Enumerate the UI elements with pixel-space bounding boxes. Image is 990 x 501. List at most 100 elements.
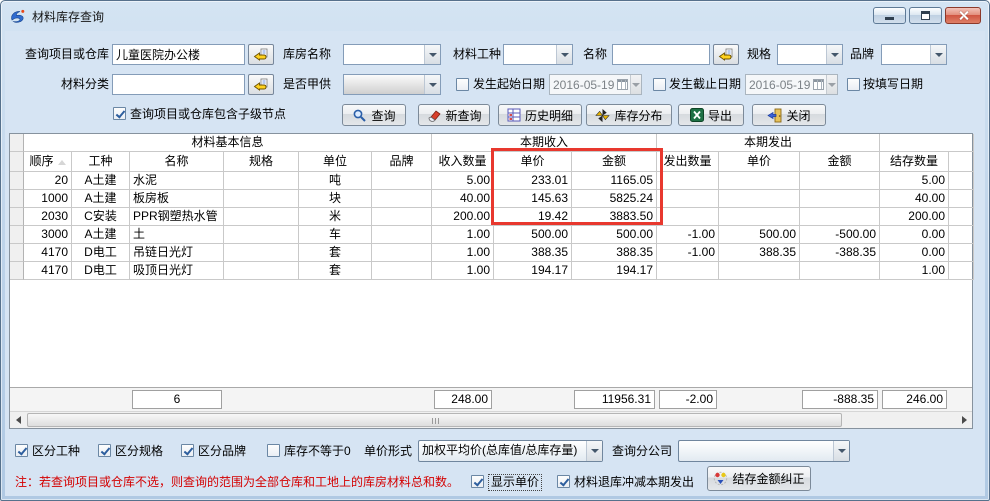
trade-combo[interactable] [503,44,573,65]
grid-cell[interactable]: 1.00 [432,262,494,280]
col-header-1[interactable]: 顺序 [24,152,72,172]
grid-cell[interactable]: D电工 [72,262,130,280]
grid-cell[interactable]: -388.35 [800,244,880,262]
start-date-field[interactable]: 2016-05-19 [549,74,642,95]
grid-cell[interactable]: 20 [24,172,72,190]
maximize-button[interactable] [909,7,942,24]
grid-cell[interactable] [657,208,719,226]
col-header-4[interactable]: 规格 [224,152,299,172]
grid-cell[interactable]: 1.00 [880,262,949,280]
distinguish-trade-checkbox[interactable] [15,444,28,457]
grid-cell[interactable] [800,172,880,190]
grid-cell[interactable] [224,262,299,280]
grid-cell[interactable]: -1.00 [657,226,719,244]
stock-nonzero-label[interactable]: 库存不等于0 [284,441,351,462]
grid-cell[interactable]: 0.00 [880,244,949,262]
grid-cell[interactable] [224,208,299,226]
grid-cell[interactable]: 套 [299,244,372,262]
close-window-button[interactable]: 关闭 [752,104,826,126]
grid-cell[interactable]: 500.00 [494,226,572,244]
grid-cell[interactable] [719,190,800,208]
close-button[interactable] [945,7,981,24]
grid-cell[interactable]: 1000 [24,190,72,208]
end-date-checkbox[interactable] [653,78,666,91]
row-selector[interactable] [10,172,24,190]
grid-cell[interactable] [224,244,299,262]
col-header-7[interactable]: 收入数量 [432,152,494,172]
include-children-checkbox[interactable] [113,107,126,120]
grid-cell[interactable]: 0.00 [880,226,949,244]
grid-cell[interactable] [372,244,432,262]
name-picker-button[interactable] [713,44,739,65]
grid-cell[interactable]: 194.17 [572,262,657,280]
grid-cell[interactable]: A土建 [72,172,130,190]
grid-cell[interactable] [719,208,800,226]
grid-cell[interactable] [800,208,880,226]
grid-cell[interactable]: 2030 [24,208,72,226]
by-fill-date-checkbox[interactable] [847,78,860,91]
return-offset-checkbox[interactable] [557,475,570,488]
by-fill-date-label[interactable]: 按填写日期 [863,74,923,95]
return-offset-label[interactable]: 材料退库冲减本期发出 [574,472,694,493]
grid-cell[interactable]: 5.00 [432,172,494,190]
grid-cell[interactable]: 1.00 [432,244,494,262]
grid-cell[interactable]: 水泥 [130,172,224,190]
owner-supplied-combo[interactable] [343,74,441,95]
new-query-button[interactable]: 新查询 [418,104,490,126]
row-selector[interactable] [10,226,24,244]
distinguish-spec-label[interactable]: 区分规格 [115,441,163,462]
grid-cell[interactable] [719,172,800,190]
grid-cell[interactable]: 4170 [24,244,72,262]
branch-combo[interactable] [678,440,850,462]
grid-cell[interactable] [224,172,299,190]
grid-cell[interactable]: 吸顶日光灯 [130,262,224,280]
distinguish-spec-checkbox[interactable] [98,444,111,457]
warehouse-combo[interactable] [343,44,441,65]
grid-cell[interactable]: 194.17 [494,262,572,280]
horizontal-scrollbar[interactable] [10,411,972,428]
grid-cell[interactable] [372,172,432,190]
show-price-label[interactable]: 显示单价 [488,474,542,491]
grid-cell[interactable] [657,172,719,190]
grid-cell[interactable]: 388.35 [494,244,572,262]
end-date-field[interactable]: 2016-05-19 [745,74,838,95]
grid-cell[interactable]: 1.00 [432,226,494,244]
grid-cell[interactable]: C安装 [72,208,130,226]
grid-cell[interactable]: 388.35 [719,244,800,262]
grid-cell[interactable]: PPR钢塑热水管 [130,208,224,226]
col-header-13[interactable]: 结存数量 [880,152,949,172]
grid-cell[interactable] [372,262,432,280]
grid-cell[interactable]: -1.00 [657,244,719,262]
scroll-left-arrow[interactable] [10,412,26,428]
grid-cell[interactable]: 吨 [299,172,372,190]
col-header-2[interactable]: 工种 [72,152,130,172]
row-selector[interactable] [10,262,24,280]
include-children-label[interactable]: 查询项目或仓库包含子级节点 [130,104,286,125]
stock-distribution-button[interactable]: 库存分布 [586,104,672,126]
grid-cell[interactable] [372,226,432,244]
grid-cell[interactable]: 米 [299,208,372,226]
scroll-right-arrow[interactable] [956,412,972,428]
grid-cell[interactable]: 车 [299,226,372,244]
grid-cell[interactable]: 388.35 [572,244,657,262]
col-header-5[interactable]: 单位 [299,152,372,172]
spec-combo[interactable] [777,44,843,65]
grid-cell[interactable] [372,208,432,226]
col-header-6[interactable]: 品牌 [372,152,432,172]
grid-cell[interactable]: -500.00 [800,226,880,244]
grid-cell[interactable] [800,262,880,280]
category-picker-button[interactable] [248,74,274,95]
grid-cell[interactable]: 500.00 [719,226,800,244]
grid-cell[interactable]: 5.00 [880,172,949,190]
row-selector[interactable] [10,244,24,262]
category-input[interactable] [112,74,245,95]
grid-cell[interactable]: 吊链日光灯 [130,244,224,262]
grid-cell[interactable]: 200.00 [880,208,949,226]
grid-cell[interactable] [224,226,299,244]
project-input[interactable] [112,44,245,65]
grid-cell[interactable]: 40.00 [432,190,494,208]
balance-correction-button[interactable]: 结存金额纠正 [707,466,811,491]
col-header-10[interactable]: 发出数量 [657,152,719,172]
grid-cell[interactable]: 500.00 [572,226,657,244]
grid-cell[interactable]: 板房板 [130,190,224,208]
